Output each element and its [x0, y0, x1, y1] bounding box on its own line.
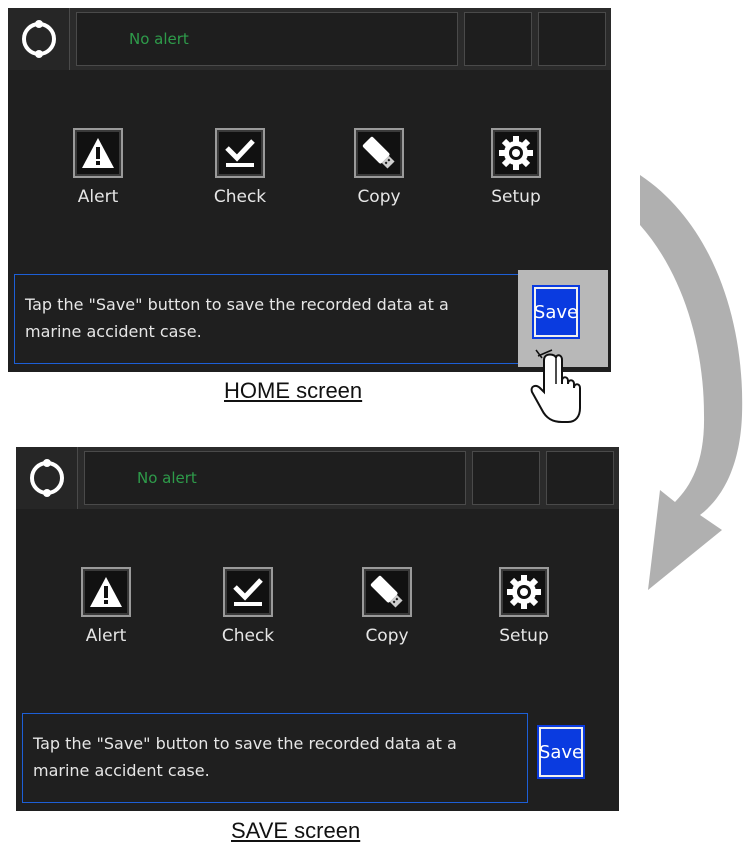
copy-label: Copy [357, 187, 401, 207]
save-instruction-text: Tap the "Save" button to save the record… [33, 734, 457, 780]
warning-icon [81, 567, 131, 617]
copy-label: Copy [365, 626, 409, 646]
check-menu-button[interactable]: Check [198, 567, 298, 646]
save-screen-panel: No alert Alert Check Copy Setup Tap the … [16, 447, 619, 811]
curved-arrow-icon [640, 175, 743, 590]
status-ring-icon [30, 459, 64, 497]
alert-menu-button[interactable]: Alert [56, 567, 156, 646]
check-label: Check [221, 626, 275, 646]
save-button[interactable]: Save [539, 727, 583, 777]
tapping-hand-icon [530, 349, 581, 423]
alert-status-box[interactable]: No alert [84, 451, 466, 505]
save-instruction-box: Tap the "Save" button to save the record… [22, 713, 528, 803]
alert-status-box[interactable]: No alert [76, 12, 458, 66]
top-bar-slot-2[interactable] [546, 451, 614, 505]
status-ring-icon [22, 20, 56, 58]
save-instruction-box: Tap the "Save" button to save the record… [14, 274, 520, 364]
setup-label: Setup [499, 626, 549, 646]
warning-icon [73, 128, 123, 178]
top-bar-slot-2[interactable] [538, 12, 606, 66]
setup-menu-button[interactable]: Setup [466, 128, 566, 207]
setup-label: Setup [491, 187, 541, 207]
copy-menu-button[interactable]: Copy [329, 128, 429, 207]
save-button[interactable]: Save [534, 287, 578, 337]
status-ring-button[interactable] [8, 8, 70, 70]
alert-menu-button[interactable]: Alert [48, 128, 148, 207]
check-label: Check [213, 187, 267, 207]
gear-icon [499, 567, 549, 617]
check-menu-button[interactable]: Check [190, 128, 290, 207]
usb-drive-icon [362, 567, 412, 617]
home-screen-panel: No alert Alert Check Copy Setup Tap the … [8, 8, 611, 372]
save-screen-caption: SAVE screen [231, 818, 361, 843]
save-instruction-text: Tap the "Save" button to save the record… [25, 295, 449, 341]
top-bar: No alert [8, 8, 611, 70]
copy-menu-button[interactable]: Copy [337, 567, 437, 646]
top-bar-slot-1[interactable] [464, 12, 532, 66]
gear-icon [491, 128, 541, 178]
alert-label: Alert [85, 626, 127, 646]
checkmark-icon [215, 128, 265, 178]
alert-label: Alert [77, 187, 119, 207]
home-screen-caption: HOME screen [224, 378, 363, 403]
alert-status-text: No alert [129, 30, 189, 48]
setup-menu-button[interactable]: Setup [474, 567, 574, 646]
checkmark-icon [223, 567, 273, 617]
top-bar-slot-1[interactable] [472, 451, 540, 505]
top-bar: No alert [16, 447, 619, 509]
status-ring-button[interactable] [16, 447, 78, 509]
alert-status-text: No alert [137, 469, 197, 487]
usb-drive-icon [354, 128, 404, 178]
